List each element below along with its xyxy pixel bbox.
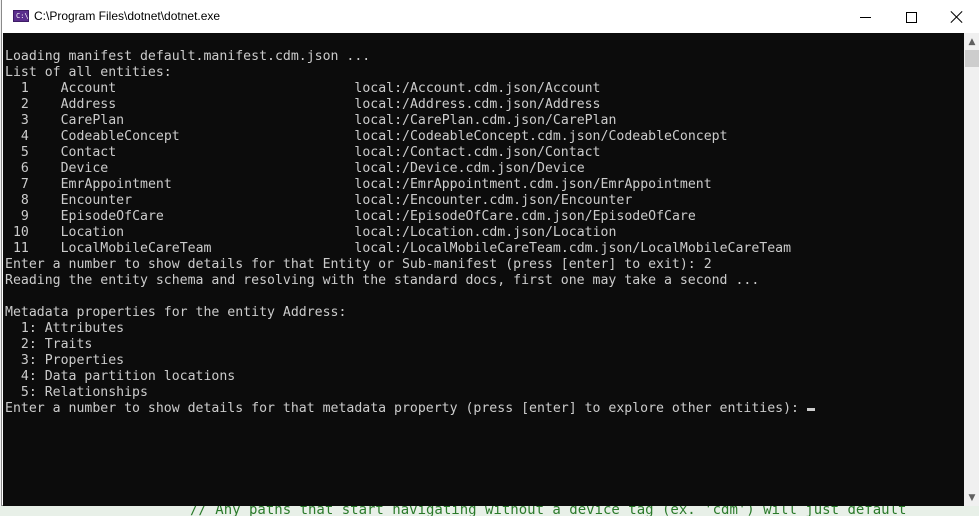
entity-name: EmrAppointment [60,177,172,192]
reading-line: Reading the entity schema and resolving … [5,273,760,288]
maximize-button[interactable] [888,0,934,34]
vertical-scrollbar[interactable]: ▲ ▼ [964,33,979,506]
entity-row: 7 EmrAppointment local:/EmrAppointment.c… [5,177,815,193]
entity-path: local:/CarePlan.cdm.json/CarePlan [354,113,617,128]
entity-path: local:/Encounter.cdm.json/Encounter [354,193,633,208]
entity-path: local:/Contact.cdm.json/Contact [354,145,601,160]
metadata-option: 2: Traits [5,337,93,352]
console-output[interactable]: Loading manifest default.manifest.cdm.js… [3,33,964,506]
entity-number: 8 [20,193,29,208]
metadata-header: Metadata properties for the entity Addre… [5,305,347,320]
entity-row: 6 Device local:/Device.cdm.json/Device [5,161,815,177]
entity-number: 2 [20,97,29,112]
entity-number: 11 [12,241,29,256]
entity-prompt: Enter a number to show details for that … [5,257,704,272]
minimize-button[interactable] [842,0,888,34]
entity-number: 3 [20,113,29,128]
loading-line: Loading manifest default.manifest.cdm.js… [5,49,371,64]
entity-row: 5 Contact local:/Contact.cdm.json/Contac… [5,145,815,161]
entity-number: 9 [20,209,29,224]
metadata-option: 1: Attributes [5,321,125,336]
entity-row: 2 Address local:/Address.cdm.json/Addres… [5,97,815,113]
entity-row: 11 LocalMobileCareTeam local:/LocalMobil… [5,241,815,257]
entity-path: local:/Location.cdm.json/Location [354,225,617,240]
entity-name: Device [60,161,109,176]
background-code-text: // Any paths that start navigating witho… [190,506,907,516]
scroll-down-button[interactable]: ▼ [964,489,979,506]
entity-name: LocalMobileCareTeam [60,241,212,256]
console-window: C:\ C:\Program Files\dotnet\dotnet.exe L… [1,0,979,506]
entity-path: local:/CodeableConcept.cdm.json/Codeable… [354,129,728,144]
entity-name: CarePlan [60,113,125,128]
entity-number: 5 [20,145,29,160]
title-bar[interactable]: C:\ C:\Program Files\dotnet\dotnet.exe [2,0,979,34]
metadata-prompt: Enter a number to show details for that … [5,401,807,416]
window-title: C:\Program Files\dotnet\dotnet.exe [34,9,221,23]
entity-path: local:/Account.cdm.json/Account [354,81,601,96]
metadata-option: 4: Data partition locations [5,369,236,384]
entity-number: 6 [20,161,29,176]
entity-name: Account [60,81,117,96]
entity-name: Location [60,225,125,240]
entity-name: Contact [60,145,117,160]
metadata-option: 5: Relationships [5,385,148,400]
maximize-icon [905,11,917,23]
entity-path: local:/Address.cdm.json/Address [354,97,601,112]
background-editor-strip: // Any paths that start navigating witho… [0,506,979,516]
entity-path: local:/Device.cdm.json/Device [354,161,585,176]
entity-prompt-line: Enter a number to show details for that … [5,257,815,273]
entity-row: 3 CarePlan local:/CarePlan.cdm.json/Care… [5,113,815,129]
entity-row: 9 EpisodeOfCare local:/EpisodeOfCare.cdm… [5,209,815,225]
entity-path: local:/EmrAppointment.cdm.json/EmrAppoin… [354,177,712,192]
entity-path: local:/LocalMobileCareTeam.cdm.json/Loca… [354,241,792,256]
close-icon [951,11,963,23]
text-cursor [806,408,815,411]
entity-name: Encounter [60,193,133,208]
entity-row: 4 CodeableConcept local:/CodeableConcept… [5,129,815,145]
minimize-icon [859,16,871,18]
entity-name: CodeableConcept [60,129,180,144]
entity-number: 4 [20,129,29,144]
entity-row: 10 Location local:/Location.cdm.json/Loc… [5,225,815,241]
entity-number: 7 [20,177,29,192]
scrollbar-thumb[interactable] [965,50,979,67]
list-header: List of all entities: [5,65,172,80]
entity-number: 10 [12,225,29,240]
entity-row: 1 Account local:/Account.cdm.json/Accoun… [5,81,815,97]
console-text: Loading manifest default.manifest.cdm.js… [5,49,815,417]
entity-name: Address [60,97,117,112]
entity-name: EpisodeOfCare [60,209,164,224]
entity-prompt-input: 2 [703,257,712,272]
scroll-up-button[interactable]: ▲ [964,33,979,50]
chevron-down-icon: ▼ [968,492,976,503]
console-app-icon: C:\ [13,10,29,22]
metadata-prompt-line[interactable]: Enter a number to show details for that … [5,401,815,417]
chevron-up-icon: ▲ [968,36,976,47]
metadata-option: 3: Properties [5,353,125,368]
entity-row: 8 Encounter local:/Encounter.cdm.json/En… [5,193,815,209]
entity-number: 1 [20,81,29,96]
entity-path: local:/EpisodeOfCare.cdm.json/EpisodeOfC… [354,209,696,224]
close-button[interactable] [934,0,979,34]
